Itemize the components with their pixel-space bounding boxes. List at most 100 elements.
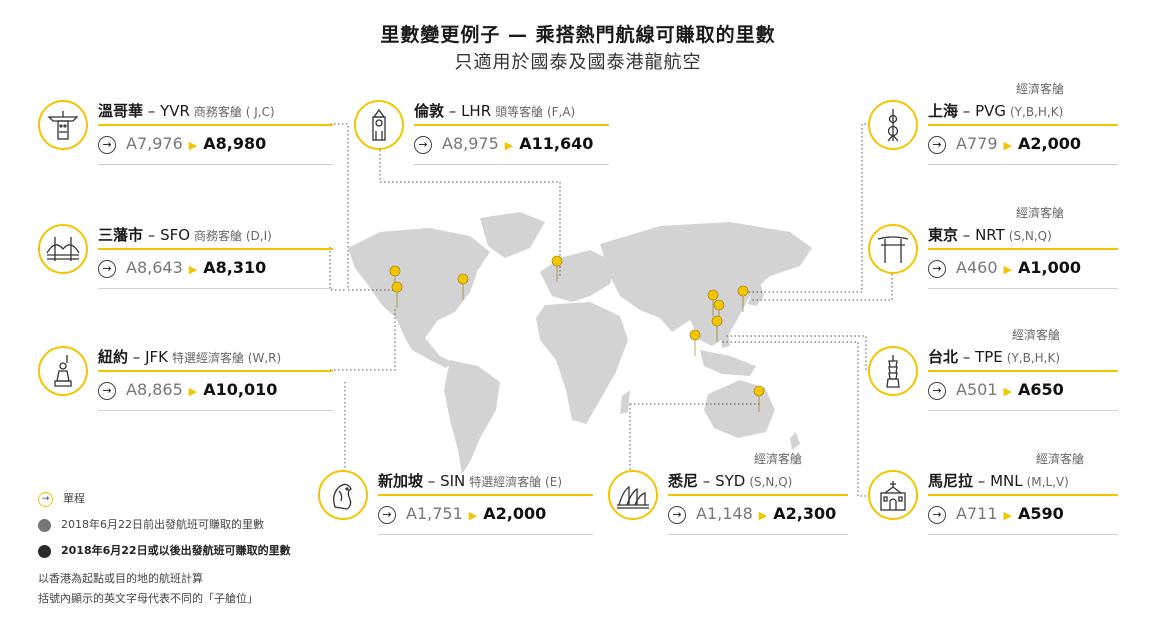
one-way-arrow-icon: → <box>928 259 946 278</box>
cabin-label: 經濟客艙 <box>1012 328 1061 342</box>
miles-before: A8,975 <box>442 134 499 153</box>
airport-code: – SIN <box>427 472 466 490</box>
torii-icon <box>868 224 918 274</box>
one-way-arrow-icon: → <box>928 135 946 154</box>
divider <box>668 534 848 535</box>
miles-before: A8,865 <box>126 380 183 399</box>
airport-code: – TPE <box>962 348 1003 366</box>
divider <box>98 410 333 411</box>
cabin-class: (Y,B,H,K) <box>1006 351 1061 365</box>
triangle-icon: ▶ <box>188 139 198 152</box>
miles-after: A8,980 <box>203 134 267 153</box>
merlion-icon <box>318 470 368 520</box>
accent-divider <box>98 124 333 126</box>
one-way-arrow-icon: → <box>38 491 53 507</box>
accent-divider <box>414 124 609 126</box>
opera-house-icon <box>608 470 658 520</box>
one-way-arrow-icon: → <box>668 505 686 524</box>
church-icon <box>868 470 918 520</box>
city-name: 紐約 <box>98 348 129 366</box>
city-name: 上海 <box>928 102 959 120</box>
miles-after: A1,000 <box>1017 258 1081 277</box>
airport-code: – MNL <box>977 472 1023 490</box>
divider <box>414 164 609 165</box>
grey-dot-icon <box>38 518 51 532</box>
legend-before: 2018年6月22日前出發航班可賺取的里數 <box>38 516 264 532</box>
miles-after: A590 <box>1017 504 1064 523</box>
miles-after: A2,300 <box>773 504 837 523</box>
accent-divider <box>928 124 1118 126</box>
triangle-icon: ▶ <box>504 139 514 152</box>
accent-divider <box>98 248 333 250</box>
legend-after: 2018年6月22日或以後出發航班可賺取的里數 <box>38 542 291 558</box>
divider <box>928 534 1118 535</box>
legend-one-way: → 單程 <box>38 490 85 507</box>
triangle-icon: ▶ <box>188 385 198 398</box>
golden-gate-icon <box>38 224 88 274</box>
cabin-class: 特選經濟客艙 (W,R) <box>171 351 282 365</box>
miles-after: A11,640 <box>519 134 594 153</box>
statue-of-liberty-icon <box>38 346 88 396</box>
cabin-label: 經濟客艙 <box>754 452 803 466</box>
triangle-icon: ▶ <box>1003 509 1012 522</box>
miles-after: A650 <box>1017 380 1064 399</box>
triangle-icon: ▶ <box>758 509 768 522</box>
cabin-label: 經濟客艙 <box>1016 82 1065 96</box>
city-name: 台北 <box>928 348 959 366</box>
divider <box>378 534 593 535</box>
city-name: 東京 <box>928 226 959 244</box>
miles-after: A8,310 <box>203 258 267 277</box>
divider <box>928 288 1118 289</box>
accent-divider <box>668 494 848 496</box>
totem-icon <box>38 100 88 150</box>
airport-code: – NRT <box>962 226 1005 244</box>
cabin-class: (S,N,Q) <box>749 475 793 489</box>
one-way-arrow-icon: → <box>378 505 396 524</box>
cabin-class: 商務客艙 ( J,C) <box>193 105 275 119</box>
city-name: 馬尼拉 <box>928 472 974 490</box>
one-way-arrow-icon: → <box>414 135 432 154</box>
one-way-arrow-icon: → <box>98 381 116 400</box>
cabin-class: 商務客艙 (D,I) <box>194 229 272 243</box>
cabin-class: 特選經濟客艙 (E) <box>469 475 562 489</box>
miles-after: A10,010 <box>203 380 278 399</box>
triangle-icon: ▶ <box>468 509 478 522</box>
miles-after: A2,000 <box>1017 134 1081 153</box>
miles-before: A501 <box>956 380 998 399</box>
divider <box>928 410 1118 411</box>
triangle-icon: ▶ <box>188 263 198 276</box>
one-way-arrow-icon: → <box>928 381 946 400</box>
continents <box>348 212 812 474</box>
divider <box>98 164 333 165</box>
accent-divider <box>928 248 1118 250</box>
airport-code: – YVR <box>147 102 190 120</box>
big-ben-icon <box>354 100 404 150</box>
miles-before: A779 <box>956 134 998 153</box>
divider <box>98 288 333 289</box>
cabin-class: 頭等客艙 (F,A) <box>495 105 576 119</box>
taipei-101-icon <box>868 346 918 396</box>
city-name: 三藩市 <box>98 226 144 244</box>
triangle-icon: ▶ <box>1003 385 1012 398</box>
triangle-icon: ▶ <box>1003 139 1012 152</box>
city-name: 悉尼 <box>668 472 699 490</box>
airport-code: – SFO <box>147 226 191 244</box>
accent-divider <box>378 494 593 496</box>
pearl-tower-icon <box>868 100 918 150</box>
footnote-1: 以香港為起點或目的地的航班計算 <box>38 572 203 585</box>
legend-label: 單程 <box>63 492 85 505</box>
city-name: 新加坡 <box>378 472 424 490</box>
divider <box>928 164 1118 165</box>
cabin-class: (S,N,Q) <box>1008 229 1052 243</box>
accent-divider <box>928 494 1118 496</box>
city-name: 倫敦 <box>414 102 445 120</box>
city-name: 溫哥華 <box>98 102 144 120</box>
dark-dot-icon <box>38 544 51 558</box>
one-way-arrow-icon: → <box>98 259 116 278</box>
accent-divider <box>928 370 1118 372</box>
airport-code: – SYD <box>702 472 746 490</box>
miles-before: A1,148 <box>696 504 753 523</box>
legend-label: 2018年6月22日前出發航班可賺取的里數 <box>61 518 264 531</box>
legend-label: 2018年6月22日或以後出發航班可賺取的里數 <box>61 544 291 557</box>
footnote-2: 括號內顯示的英文字母代表不同的「子艙位」 <box>38 592 258 605</box>
